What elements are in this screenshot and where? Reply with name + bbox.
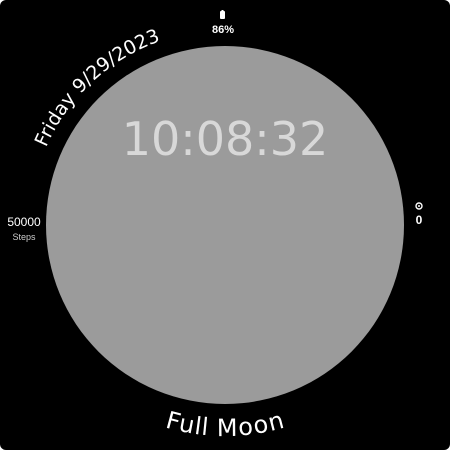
moon-phase-text: Full Moon	[163, 406, 287, 442]
arc-text-layer: Friday 9/29/2023 Full Moon	[31, 25, 287, 442]
date-text: Friday 9/29/2023	[31, 25, 163, 150]
watch-face: 10:08:32 86% 50000 Steps 0 Friday 9/29/2…	[0, 0, 450, 450]
